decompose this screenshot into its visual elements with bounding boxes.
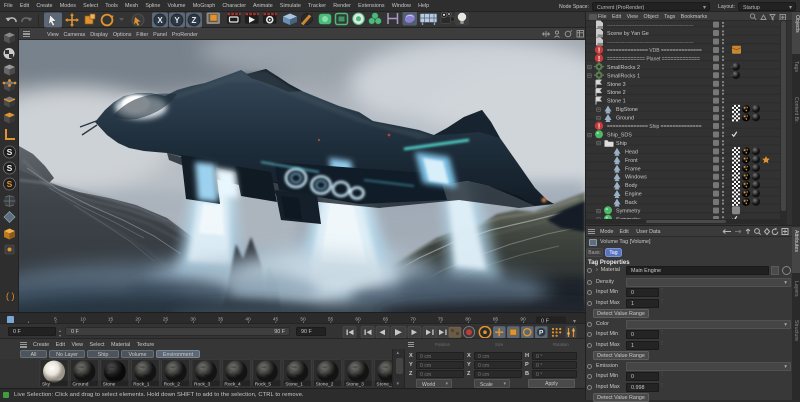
- svg-text:Ground: Ground: [72, 382, 88, 388]
- svg-text:60: 60: [355, 317, 361, 323]
- svg-text:Ship: Ship: [616, 141, 627, 147]
- svg-text:Stone 2: Stone 2: [607, 90, 626, 96]
- svg-text:Symmetry: Symmetry: [616, 209, 641, 215]
- svg-text:!: !: [598, 123, 600, 130]
- svg-text:⊟: ⊟: [596, 209, 601, 215]
- svg-text:Rock_5: Rock_5: [255, 382, 272, 388]
- svg-text:Front: Front: [625, 158, 638, 164]
- svg-text:45: 45: [273, 317, 279, 323]
- svg-text:Stone_4: Stone_4: [376, 382, 392, 388]
- svg-text:Scene by Yan Ge: Scene by Yan Ge: [607, 31, 649, 37]
- svg-text:S: S: [7, 179, 13, 189]
- svg-text:⊟: ⊟: [596, 107, 601, 113]
- svg-text:25: 25: [163, 317, 169, 323]
- svg-text:Rock_4: Rock_4: [224, 382, 241, 388]
- svg-text:!: !: [598, 47, 600, 54]
- svg-text:Ground: Ground: [616, 116, 634, 122]
- svg-text:Stone 1: Stone 1: [607, 99, 626, 105]
- svg-text:40: 40: [245, 317, 251, 323]
- svg-text:Rock_1: Rock_1: [133, 382, 150, 388]
- svg-text:Ship_SDS: Ship_SDS: [607, 132, 632, 138]
- svg-text:75: 75: [438, 317, 444, 323]
- svg-text:X: X: [157, 16, 163, 25]
- svg-text:⊟: ⊟: [587, 65, 592, 71]
- svg-text:S: S: [7, 163, 13, 173]
- svg-text:⊟: ⊟: [596, 141, 601, 147]
- svg-text:30: 30: [190, 317, 196, 323]
- svg-text:S: S: [7, 147, 13, 157]
- svg-text:============== Ship ==========: ============== Ship ==============: [607, 124, 702, 130]
- svg-text:⊟: ⊟: [587, 133, 592, 139]
- svg-text:BigStone: BigStone: [616, 107, 638, 113]
- svg-text:Stone 3: Stone 3: [607, 82, 626, 88]
- svg-text:Stone_2: Stone_2: [316, 382, 334, 388]
- svg-text:55: 55: [328, 317, 334, 323]
- svg-text:Body: Body: [625, 183, 638, 189]
- svg-text:5: 5: [54, 317, 57, 323]
- svg-text:Y: Y: [174, 16, 180, 25]
- svg-text:Engine: Engine: [625, 192, 642, 198]
- svg-text:SmallRocks 1: SmallRocks 1: [607, 73, 640, 79]
- svg-text:------------------------------: ----------------------------------------…: [607, 40, 694, 46]
- svg-text:Sky: Sky: [42, 382, 51, 388]
- svg-text:Windows: Windows: [625, 175, 647, 181]
- svg-text:15: 15: [108, 317, 114, 323]
- svg-text:SmallRocks 2: SmallRocks 2: [607, 65, 640, 71]
- svg-text:80: 80: [465, 317, 471, 323]
- svg-text:Rock_2: Rock_2: [164, 382, 181, 388]
- svg-text:85: 85: [493, 317, 499, 323]
- svg-text:35: 35: [218, 317, 224, 323]
- svg-text:Stone_1: Stone_1: [285, 382, 303, 388]
- svg-text:P: P: [539, 329, 544, 336]
- svg-text:10: 10: [80, 317, 86, 323]
- svg-text:⊟: ⊟: [596, 116, 601, 122]
- svg-text:Stone_3: Stone_3: [346, 382, 364, 388]
- svg-text:50: 50: [300, 317, 306, 323]
- svg-text:( ): ( ): [6, 291, 15, 301]
- svg-text:============= Planet =========: ============= Planet =============: [607, 56, 700, 62]
- svg-text:90: 90: [520, 317, 526, 323]
- svg-text:============== VDB ===========: ============== VDB ==============: [607, 48, 702, 54]
- svg-text:Rock_3: Rock_3: [194, 382, 211, 388]
- svg-text:20: 20: [135, 317, 141, 323]
- svg-text:Frame: Frame: [625, 166, 641, 172]
- svg-text:Back: Back: [625, 200, 637, 206]
- svg-text:70: 70: [410, 317, 416, 323]
- svg-text:Stone: Stone: [103, 382, 116, 388]
- svg-text:Z: Z: [192, 16, 197, 25]
- svg-text:65: 65: [383, 317, 389, 323]
- svg-text:------------------------------: ----------------------------------------…: [607, 23, 694, 29]
- svg-text:⊟: ⊟: [587, 74, 592, 80]
- svg-text:Head: Head: [625, 149, 638, 155]
